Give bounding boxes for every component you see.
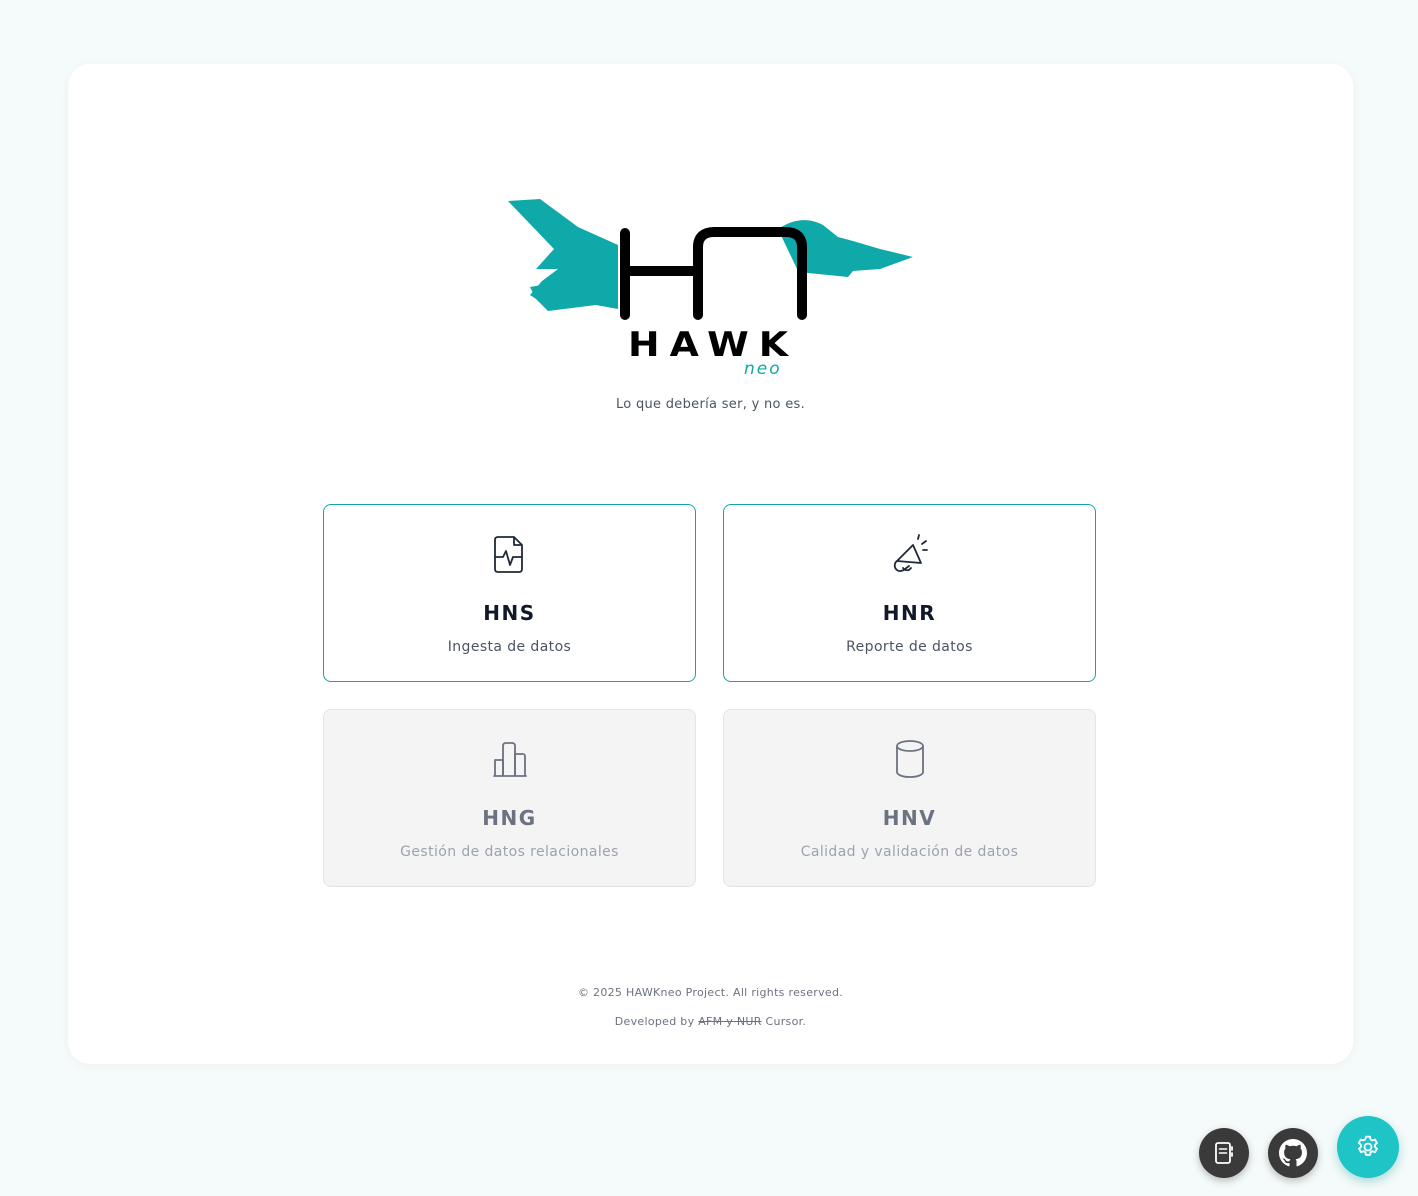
gear-icon [1357,1135,1378,1156]
module-code: HNS [483,601,536,625]
module-tile-hnr[interactable]: HNR Reporte de datos [723,504,1096,682]
developed-struck-names: AFM y NUR [698,1015,762,1028]
developed-suffix: Cursor. [765,1015,807,1028]
megaphone-icon [893,534,928,572]
hawkneo-logo: HN HAWK neo [508,199,913,379]
module-code: HNV [882,806,937,830]
database-icon [895,740,924,778]
module-code: HNG [482,806,537,830]
github-icon [1279,1139,1307,1167]
module-tile-hnv: HNV Calidad y validación de datos [723,709,1096,887]
tagline: Lo que debería ser, y no es. [615,397,806,412]
module-description: Calidad y validación de datos [800,844,1019,860]
hn-monogram [620,227,807,320]
module-description: Ingesta de datos [447,639,572,655]
main-card: HN HAWK neo Lo que debería ser, y no es.… [68,64,1353,1064]
notebook-icon [1215,1142,1233,1164]
logo-monogram-text: HN [712,298,714,300]
docs-button[interactable] [1199,1128,1249,1178]
copyright-text: © 2025 HAWKneo Project. All rights reser… [577,986,844,999]
module-code: HNR [882,601,937,625]
bar-chart-icon [492,742,527,777]
file-activity-icon [493,536,523,573]
github-button[interactable] [1268,1128,1318,1178]
developed-prefix: Developed by [614,1015,695,1028]
logo-suffix: neo [744,359,782,379]
module-tile-hns[interactable]: HNS Ingesta de datos [323,504,696,682]
module-description: Gestión de datos relacionales [400,844,619,860]
developed-by-text: Developed by AFM y NUR Cursor. [68,1015,1353,1028]
page: HN HAWK neo Lo que debería ser, y no es.… [0,0,1418,1196]
jet-silhouette [508,199,913,311]
module-description: Reporte de datos [846,639,973,655]
module-tile-hng: HNG Gestión de datos relacionales [323,709,696,887]
settings-button[interactable] [1337,1116,1399,1178]
